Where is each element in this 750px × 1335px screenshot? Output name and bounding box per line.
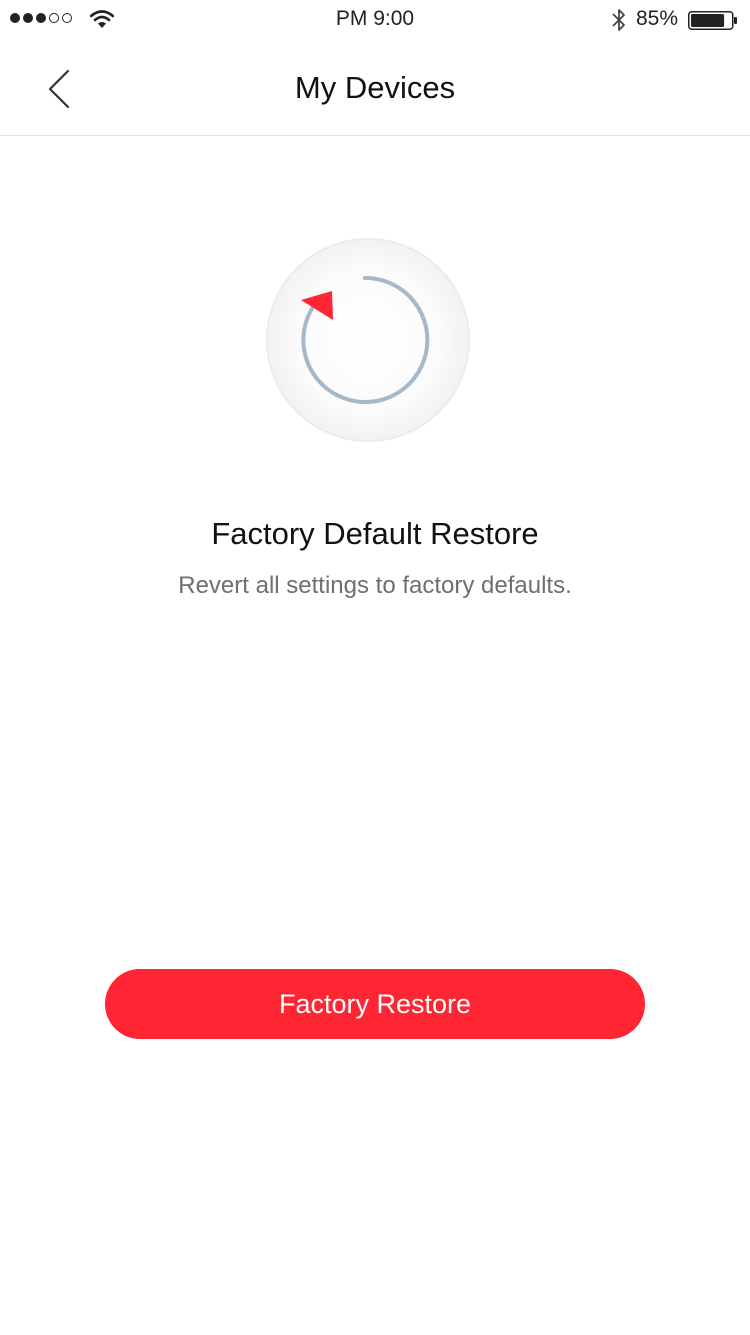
restore-icon-halo [266, 238, 470, 442]
factory-restore-button[interactable]: Factory Restore [105, 969, 645, 1039]
battery-percentage: 85% [636, 7, 679, 30]
battery-icon [688, 11, 737, 30]
bluetooth-icon [612, 9, 625, 31]
chevron-left-icon [48, 69, 70, 109]
restore-icon [266, 238, 470, 442]
status-bar: PM 9:00 85% [0, 0, 750, 40]
section-title: Factory Default Restore [211, 516, 539, 551]
page-title: My Devices [294, 70, 456, 105]
section-description: Revert all settings to factory defaults. [178, 572, 572, 599]
navigation-bar: My Devices [0, 40, 750, 136]
back-button[interactable] [34, 62, 84, 116]
